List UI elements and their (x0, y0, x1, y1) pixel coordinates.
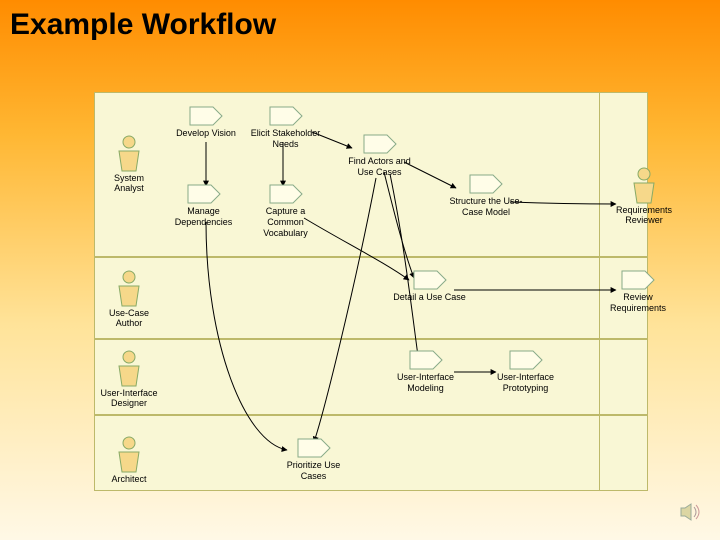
actor-label: Requirements Reviewer (610, 205, 678, 225)
activity-structure-use-case-model: Structure the Use-Case Model (444, 174, 528, 218)
actor-architect: Architect (99, 436, 159, 484)
actor-label: Use-Case Author (99, 308, 159, 328)
activity-develop-vision: Develop Vision (176, 106, 236, 139)
activity-elicit-stakeholder-needs: Elicit Stakeholder Needs (248, 106, 323, 150)
activity-label: User-Interface Prototyping (488, 372, 563, 394)
lane-right-3 (600, 339, 648, 415)
actor-label: System Analyst (99, 173, 159, 193)
actor-label: User-Interface Designer (99, 388, 159, 408)
activity-prioritize-use-cases: Prioritize Use Cases (276, 438, 351, 482)
speaker-icon (680, 503, 702, 526)
activity-find-actors-use-cases: Find Actors and Use Cases (342, 134, 417, 178)
actor-use-case-author: Use-Case Author (99, 270, 159, 328)
workflow-diagram: System Analyst Use-Case Author User-Inte… (94, 92, 649, 492)
activity-ui-modeling: User-Interface Modeling (388, 350, 463, 394)
actor-requirements-reviewer: Requirements Reviewer (610, 167, 678, 225)
activity-label: Elicit Stakeholder Needs (248, 128, 323, 150)
actor-label: Architect (99, 474, 159, 484)
activity-ui-prototyping: User-Interface Prototyping (488, 350, 563, 394)
activity-label: Detail a Use Case (392, 292, 467, 303)
activity-capture-common-vocabulary: Capture a Common Vocabulary (248, 184, 323, 239)
activity-label: Capture a Common Vocabulary (248, 206, 323, 239)
activity-manage-dependencies: Manage Dependencies (166, 184, 241, 228)
activity-label: Prioritize Use Cases (276, 460, 351, 482)
lane-right-4 (600, 415, 648, 491)
activity-label: Develop Vision (176, 128, 236, 139)
activity-label: Structure the Use-Case Model (444, 196, 528, 218)
actor-ui-designer: User-Interface Designer (99, 350, 159, 408)
actor-system-analyst: System Analyst (99, 135, 159, 193)
page-title: Example Workflow (0, 0, 720, 50)
lane-use-case-author (94, 257, 600, 339)
activity-review-requirements: Review Requirements (602, 270, 674, 314)
activity-label: Review Requirements (602, 292, 674, 314)
activity-label: Find Actors and Use Cases (342, 156, 417, 178)
activity-detail-use-case: Detail a Use Case (392, 270, 467, 303)
activity-label: Manage Dependencies (166, 206, 241, 228)
activity-label: User-Interface Modeling (388, 372, 463, 394)
